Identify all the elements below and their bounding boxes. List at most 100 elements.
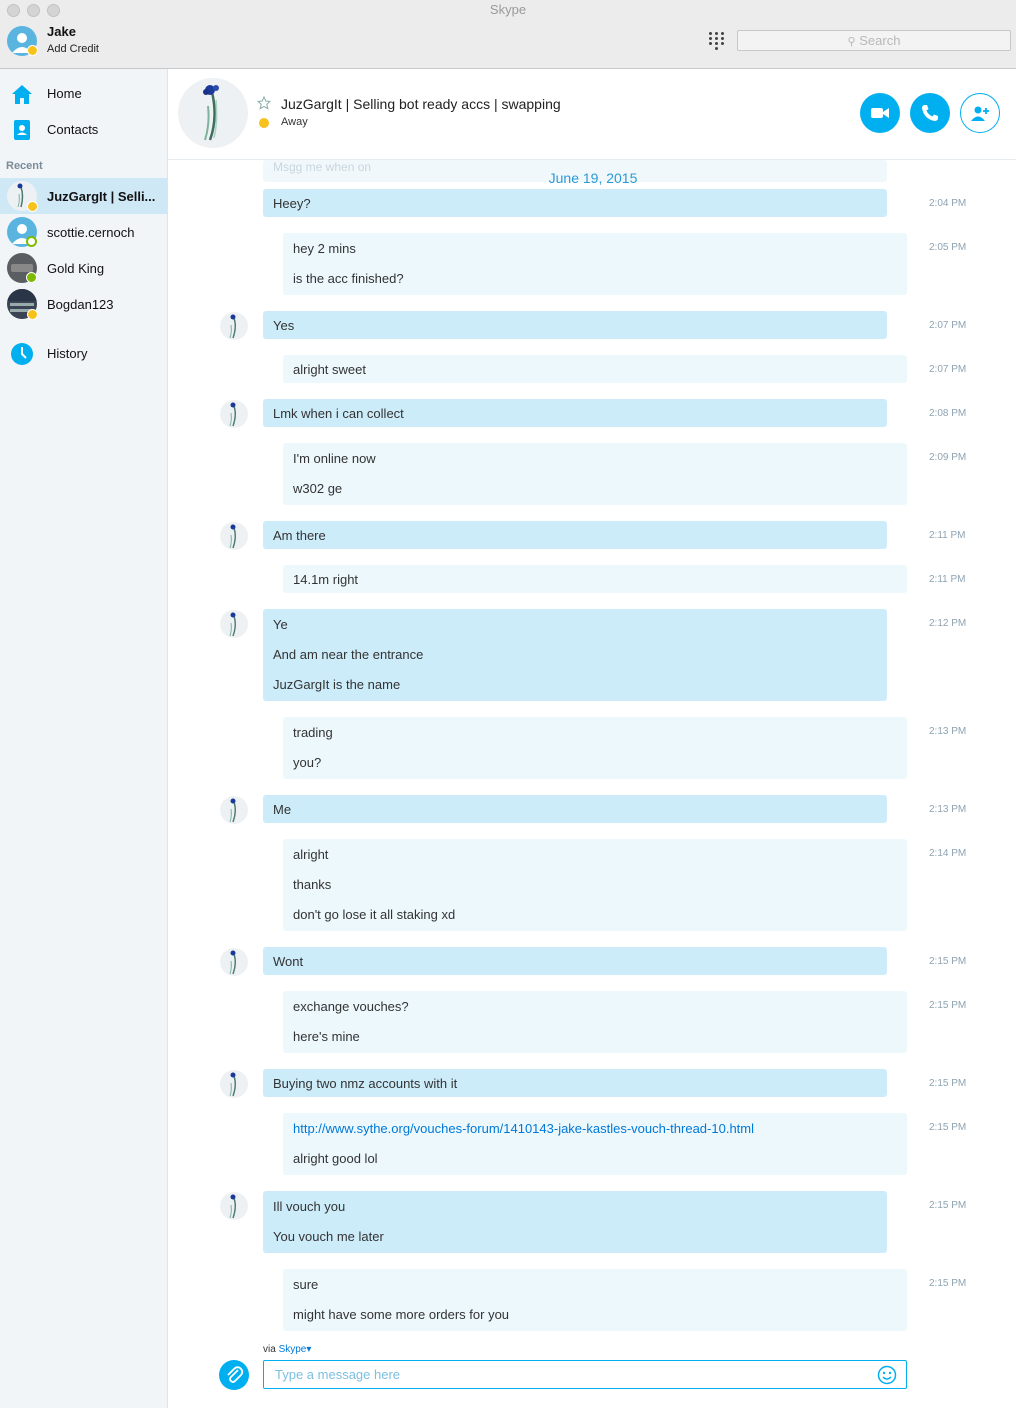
message-list[interactable]: Msgg me when on Heey? 2:04 PM hey 2 mins is… xyxy=(168,160,1016,1340)
message-timestamp: 2:13 PM xyxy=(929,726,967,737)
search-icon: ⚲ xyxy=(847,36,856,48)
message-timestamp: 2:07 PM xyxy=(929,320,967,331)
audio-call-button[interactable] xyxy=(910,93,950,133)
message-text: Ye xyxy=(273,617,288,632)
message-text: Am there xyxy=(273,528,326,543)
sidebar-item-label: Contacts xyxy=(47,122,99,137)
outgoing-message[interactable]: I'm online now w302 ge xyxy=(283,443,907,505)
sender-avatar[interactable] xyxy=(220,948,248,976)
message-text: 14.1m right xyxy=(293,572,359,587)
message-timestamp: 2:09 PM xyxy=(929,452,967,463)
message-text: You vouch me later xyxy=(273,1229,384,1244)
message-text: Heey? xyxy=(273,196,311,211)
recent-item-label: Bogdan123 xyxy=(47,297,114,312)
chat-header: JuzGargIt | Selling bot ready accs | swa… xyxy=(168,69,1016,160)
message-text: Yes xyxy=(273,318,295,333)
message-text: might have some more orders for you xyxy=(293,1307,510,1322)
sender-avatar[interactable] xyxy=(220,522,248,550)
message-text: you? xyxy=(293,755,322,770)
chevron-down-icon: ▾ xyxy=(306,1344,312,1355)
outgoing-message[interactable]: 14.1m right xyxy=(283,565,907,593)
outgoing-message[interactable]: exchange vouches? here's mine xyxy=(283,991,907,1053)
away-status-icon xyxy=(27,45,38,56)
sidebar-item-history[interactable]: History xyxy=(0,337,167,369)
away-status-icon xyxy=(27,201,38,212)
sender-avatar[interactable] xyxy=(220,1070,248,1098)
search-input[interactable]: ⚲ Search xyxy=(737,30,1011,51)
message-text: don't go lose it all staking xd xyxy=(293,907,456,922)
sender-avatar[interactable] xyxy=(220,400,248,428)
flower-avatar-icon xyxy=(229,314,236,339)
outgoing-message[interactable]: hey 2 mins is the acc finished? xyxy=(283,233,907,295)
contact-avatar[interactable] xyxy=(178,78,248,148)
incoming-message[interactable]: Heey? xyxy=(263,189,887,217)
add-credit-link[interactable]: Add Credit xyxy=(47,43,99,55)
message-timestamp: 2:05 PM xyxy=(929,242,967,253)
message-text: alright sweet xyxy=(293,362,366,377)
message-text: trading xyxy=(293,725,333,740)
incoming-message[interactable]: Lmk when i can collect xyxy=(263,399,887,427)
sender-avatar[interactable] xyxy=(220,1192,248,1220)
message-link[interactable]: http://www.sythe.org/vouches-forum/14101… xyxy=(293,1121,754,1136)
sidebar-item-home[interactable]: Home xyxy=(0,77,167,109)
incoming-message[interactable]: Me xyxy=(263,795,887,823)
recent-item-scottie[interactable]: scottie.cernoch xyxy=(0,214,167,250)
sidebar: Home Contacts Recent JuzGargIt | Selli..… xyxy=(0,69,168,1408)
flower-avatar-icon xyxy=(203,85,219,141)
emoticon-icon[interactable] xyxy=(877,1365,897,1385)
contact-status: Away xyxy=(281,116,308,128)
outgoing-message[interactable]: alright thanks don't go lose it all stakin… xyxy=(283,839,907,931)
recent-item-bogdan[interactable]: Bogdan123 xyxy=(0,286,167,322)
favorite-star-icon[interactable] xyxy=(257,96,271,110)
attach-file-button[interactable] xyxy=(219,1360,249,1390)
video-call-button[interactable] xyxy=(860,93,900,133)
message-text: thanks xyxy=(293,877,332,892)
message-text: sure xyxy=(293,1277,319,1292)
home-icon xyxy=(12,85,32,104)
incoming-message[interactable]: Ye And am near the entrance JuzGargIt is t… xyxy=(263,609,887,701)
sender-avatar[interactable] xyxy=(220,312,248,340)
message-text: Me xyxy=(273,802,292,817)
incoming-message[interactable]: Ill vouch you You vouch me later xyxy=(263,1191,887,1253)
recent-header: Recent xyxy=(6,160,43,172)
incoming-message[interactable]: Yes xyxy=(263,311,887,339)
incoming-message[interactable]: Wont xyxy=(263,947,887,975)
via-skype-label: via Skype▾ xyxy=(263,1344,311,1355)
sidebar-item-label: Home xyxy=(47,86,82,101)
outgoing-message[interactable]: http://www.sythe.org/vouches-forum/14101… xyxy=(283,1113,907,1175)
add-participant-button[interactable] xyxy=(960,93,1000,133)
sender-avatar[interactable] xyxy=(220,610,248,638)
title-bar: Skype Jake Add Credit ⚲ Search xyxy=(0,0,1016,69)
via-skype-link[interactable]: Skype▾ xyxy=(279,1344,312,1355)
message-text: alright xyxy=(293,847,329,862)
message-timestamp: 2:14 PM xyxy=(929,848,967,859)
sender-avatar[interactable] xyxy=(220,796,248,824)
incoming-message[interactable]: Buying two nmz accounts with it xyxy=(263,1069,887,1097)
message-text: here's mine xyxy=(293,1029,360,1044)
message-text: alright good lol xyxy=(293,1151,378,1166)
flower-avatar-icon xyxy=(229,1072,236,1097)
outgoing-message[interactable]: sure might have some more orders for you xyxy=(283,1269,907,1331)
message-input[interactable]: Type a message here xyxy=(263,1360,907,1389)
message-text: I'm online now xyxy=(293,451,376,466)
sidebar-item-contacts[interactable]: Contacts xyxy=(0,113,167,145)
flower-avatar-icon xyxy=(229,798,236,823)
message-timestamp: 2:08 PM xyxy=(929,408,967,419)
outgoing-message[interactable]: alright sweet xyxy=(283,355,907,383)
message-timestamp: 2:15 PM xyxy=(929,956,967,967)
incoming-message[interactable]: Am there xyxy=(263,521,887,549)
online-status-icon xyxy=(26,272,37,283)
clock-icon xyxy=(11,343,33,365)
recent-item-juzgargit[interactable]: JuzGargIt | Selli... xyxy=(0,178,167,214)
outgoing-message[interactable]: trading you? xyxy=(283,717,907,779)
video-camera-icon xyxy=(871,108,889,118)
sidebar-item-label: History xyxy=(47,346,88,361)
recent-item-label: JuzGargIt | Selli... xyxy=(47,189,156,204)
away-status-icon xyxy=(27,309,38,320)
dialpad-icon[interactable] xyxy=(709,32,725,50)
date-separator: June 19, 2015 xyxy=(548,170,638,186)
recent-item-gold-king[interactable]: Gold King xyxy=(0,250,167,286)
message-timestamp: 2:15 PM xyxy=(929,1078,967,1089)
profile-name[interactable]: Jake xyxy=(47,24,76,39)
message-timestamp: 2:15 PM xyxy=(929,1200,967,1211)
